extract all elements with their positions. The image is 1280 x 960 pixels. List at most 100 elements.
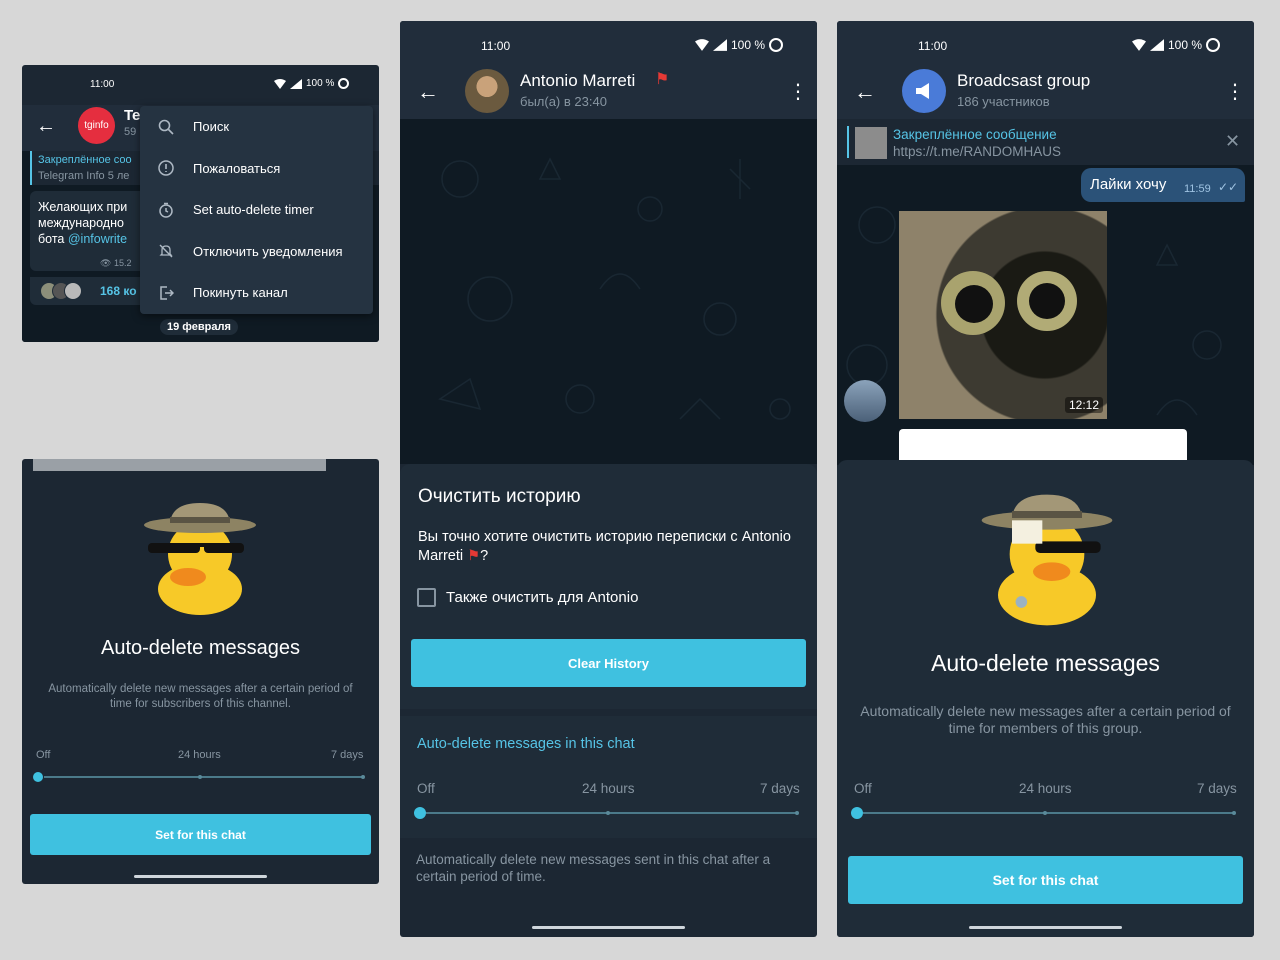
section-header: Auto-delete messages in this chat bbox=[417, 736, 635, 752]
background-screen-strip bbox=[33, 459, 326, 471]
group-members: 186 участников bbox=[957, 94, 1050, 109]
slider-label-off: Off bbox=[417, 781, 435, 796]
pinned-bar[interactable]: Закреплённое сообщение https://t.me/RAND… bbox=[837, 119, 1254, 165]
message-time: 11:59 bbox=[1184, 183, 1211, 195]
channel-avatar[interactable]: tginfo bbox=[78, 107, 115, 144]
contact-avatar[interactable] bbox=[465, 69, 509, 113]
menu-item-label: Пожаловаться bbox=[193, 160, 281, 176]
sender-avatar[interactable] bbox=[844, 380, 886, 422]
pinned-link: https://t.me/RANDOMHAUS bbox=[893, 144, 1062, 159]
home-indicator bbox=[532, 926, 685, 929]
report-icon bbox=[156, 158, 176, 178]
also-clear-checkbox[interactable] bbox=[417, 588, 436, 607]
footer-text: Automatically delete new messages sent i… bbox=[416, 852, 771, 884]
chat-pattern bbox=[438, 157, 791, 420]
chat-header: ← Antonio Marreti ⚑ был(а) в 23:40 ⋮ bbox=[400, 69, 817, 119]
channel-subtitle: 59 bbox=[124, 126, 137, 138]
back-arrow-icon[interactable]: ← bbox=[417, 79, 439, 105]
group-avatar[interactable] bbox=[902, 69, 946, 113]
cat-pupil bbox=[1029, 283, 1065, 319]
menu-item-label: Set auto-delete timer bbox=[193, 202, 314, 218]
panel-description: Automatically delete new messages after … bbox=[48, 683, 353, 710]
duck-detective-icon bbox=[144, 503, 256, 615]
message-line-3: бота bbox=[38, 232, 68, 246]
panel-title: Auto-delete messages bbox=[100, 637, 300, 659]
wifi-icon bbox=[695, 39, 709, 51]
menu-item-label: Отключить уведомления bbox=[193, 243, 343, 259]
duck-detective-icon bbox=[981, 494, 1113, 626]
back-arrow-icon[interactable]: ← bbox=[36, 115, 56, 138]
menu-item-auto-delete[interactable]: Set auto-delete timer bbox=[140, 189, 373, 231]
slider-knob[interactable] bbox=[851, 807, 863, 819]
status-bar: 11:00 100 % bbox=[22, 65, 379, 105]
views-count: 15.2 bbox=[113, 258, 132, 268]
search-icon bbox=[156, 117, 176, 137]
menu-item-report[interactable]: Пожаловаться bbox=[140, 148, 373, 190]
signal-icon bbox=[713, 39, 727, 51]
read-checkmarks-icon: ✓✓ bbox=[1218, 180, 1239, 194]
slider-tick bbox=[606, 811, 610, 815]
signal-icon bbox=[1150, 39, 1164, 51]
pinned-label: Закреплённое сообщение bbox=[893, 127, 1057, 142]
slider-knob[interactable] bbox=[414, 807, 426, 819]
flag-icon: ⚑ bbox=[655, 71, 670, 88]
slider-track[interactable] bbox=[44, 776, 364, 778]
battery-icon bbox=[338, 78, 350, 89]
battery-text: 100 % bbox=[1168, 38, 1203, 52]
duck-sticker bbox=[977, 490, 1117, 630]
status-bar: 11:00 100 % bbox=[400, 21, 817, 69]
menu-item-mute[interactable]: Отключить уведомления bbox=[140, 231, 373, 273]
wifi-icon bbox=[1132, 39, 1146, 51]
slider-label-off: Off bbox=[36, 749, 51, 761]
checkbox-label: Также очистить для Antonio bbox=[446, 589, 639, 606]
timer-slider[interactable]: Off 24 hours 7 days bbox=[22, 747, 379, 787]
message-text: Лайки хочу bbox=[1090, 176, 1167, 193]
megaphone-icon bbox=[916, 83, 929, 99]
menu-item-leave[interactable]: Покинуть канал bbox=[140, 272, 373, 314]
group-name: Broadcsast group bbox=[957, 71, 1091, 90]
slider-track[interactable] bbox=[863, 812, 1235, 814]
message-link[interactable]: @infowrite bbox=[68, 232, 127, 246]
slider-tick bbox=[198, 775, 202, 779]
dialog-text: Вы точно хотите очистить историю перепис… bbox=[418, 528, 798, 566]
commenter-avatars bbox=[40, 282, 82, 300]
battery-text: 100 % bbox=[306, 78, 335, 89]
slider-label-7d: 7 days bbox=[1197, 781, 1237, 796]
video-message[interactable]: 12:12 bbox=[899, 211, 1107, 419]
battery-icon bbox=[1206, 38, 1221, 52]
slider-tick bbox=[795, 811, 799, 815]
home-indicator bbox=[134, 875, 267, 878]
slider-track[interactable] bbox=[426, 812, 798, 814]
contact-status: был(а) в 23:40 bbox=[520, 94, 607, 109]
close-icon[interactable]: ✕ bbox=[1225, 131, 1240, 152]
slider-label-off: Off bbox=[854, 781, 872, 796]
battery-text: 100 % bbox=[731, 38, 766, 52]
comments-count: 168 ко bbox=[100, 284, 137, 298]
back-arrow-icon[interactable]: ← bbox=[854, 79, 876, 105]
slider-knob[interactable] bbox=[33, 772, 43, 782]
pinned-label: Закреплённое соо bbox=[38, 154, 132, 166]
sheet-title: Auto-delete messages bbox=[931, 650, 1160, 676]
clear-history-button[interactable]: Clear History bbox=[411, 639, 806, 687]
more-options-icon[interactable]: ⋮ bbox=[1225, 79, 1245, 104]
sheet-description: Automatically delete new messages after … bbox=[860, 703, 1231, 736]
pinned-thumbnail bbox=[855, 127, 887, 159]
set-for-chat-button[interactable]: Set for this chat bbox=[30, 814, 371, 855]
channel-auto-delete-panel: Auto-delete messages Automatically delet… bbox=[22, 459, 379, 884]
slider-label-7d: 7 days bbox=[331, 749, 364, 761]
home-indicator bbox=[969, 926, 1122, 929]
more-options-icon[interactable]: ⋮ bbox=[788, 79, 808, 104]
pinned-subtitle: Telegram Info 5 ле bbox=[38, 170, 130, 182]
menu-item-label: Поиск bbox=[193, 119, 230, 135]
set-for-chat-button[interactable]: Set for this chat bbox=[848, 856, 1243, 904]
date-chip: 19 февраля bbox=[160, 319, 238, 335]
menu-item-search[interactable]: Поиск bbox=[140, 106, 373, 148]
status-time: 11:00 bbox=[918, 39, 948, 53]
group-header: ← Broadcsast group 186 участников ⋮ bbox=[837, 69, 1254, 119]
clear-history-dialog: Очистить историю Вы точно хотите очистит… bbox=[400, 464, 817, 709]
chat-area: Лайки хочу 11:59 ✓✓ 12:12 bbox=[837, 165, 1254, 465]
outgoing-message: Лайки хочу 11:59 ✓✓ bbox=[1081, 168, 1245, 202]
also-clear-checkbox-row[interactable]: Также очистить для Antonio bbox=[417, 588, 638, 607]
slider-label-24h: 24 hours bbox=[178, 749, 221, 761]
channel-menu-panel: 11:00 100 % ← tginfo Te 59 Закреплённое … bbox=[22, 65, 379, 342]
